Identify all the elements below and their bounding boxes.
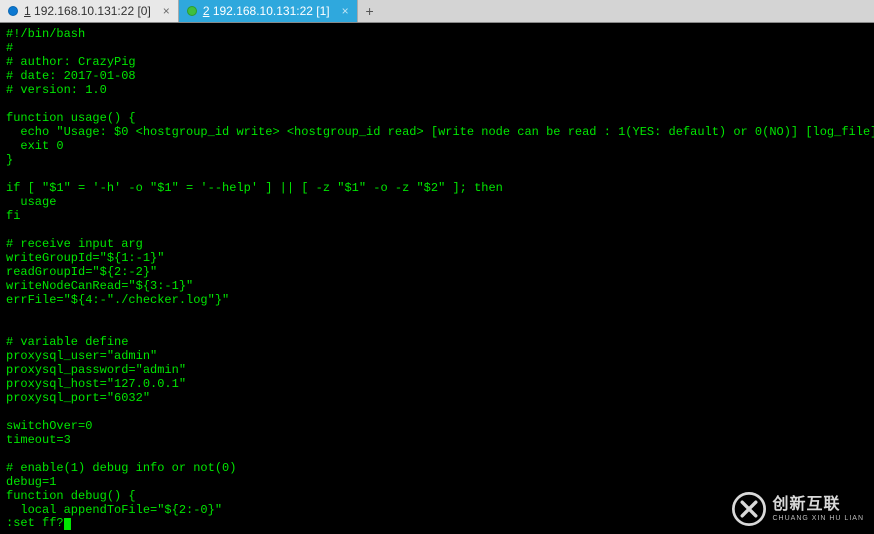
new-tab-button[interactable]: + xyxy=(358,0,382,22)
tab-label: 1 192.168.10.131:22 [0] xyxy=(24,4,151,18)
tab-bar: 1 192.168.10.131:22 [0]×2 192.168.10.131… xyxy=(0,0,874,23)
terminal[interactable]: #!/bin/bash # # author: CrazyPig # date:… xyxy=(0,23,874,534)
tab-label: 2 192.168.10.131:22 [1] xyxy=(203,4,330,18)
terminal-content: #!/bin/bash # # author: CrazyPig # date:… xyxy=(0,23,874,521)
vim-command-line[interactable]: :set ff? xyxy=(6,516,71,530)
close-icon[interactable]: × xyxy=(342,4,349,18)
tab-status-icon xyxy=(187,6,197,16)
tab-status-icon xyxy=(8,6,18,16)
cursor-block xyxy=(64,518,71,530)
close-icon[interactable]: × xyxy=(163,4,170,18)
tab-1[interactable]: 2 192.168.10.131:22 [1] × xyxy=(179,0,358,22)
tab-0[interactable]: 1 192.168.10.131:22 [0] × xyxy=(0,0,179,22)
